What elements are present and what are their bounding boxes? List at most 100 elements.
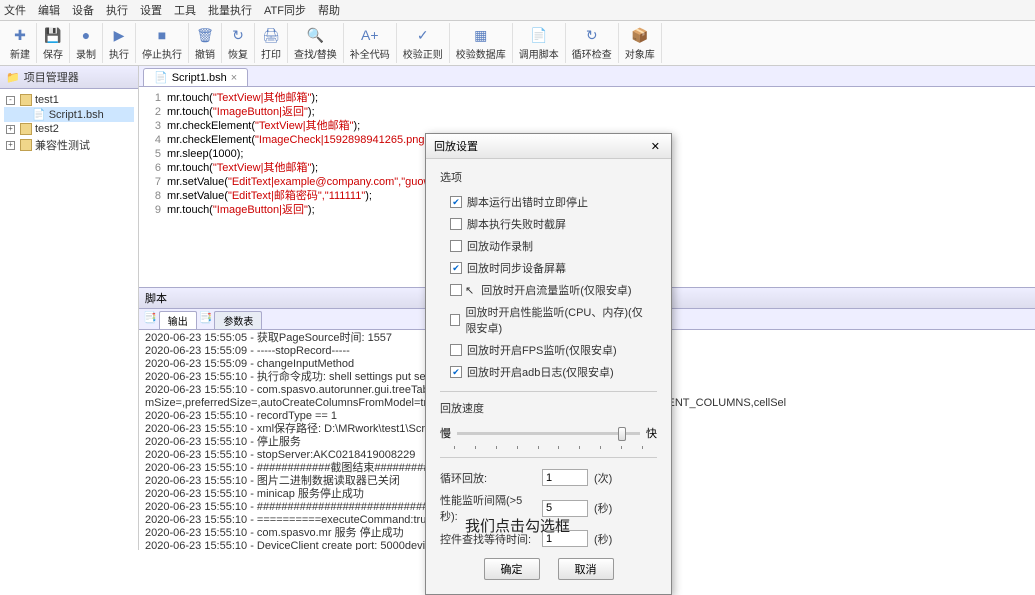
tab-output[interactable]: 输出 [159,311,197,329]
tree-label: test1 [35,94,59,106]
新建-icon: ✚ [10,25,30,45]
menu-item[interactable]: ATF同步 [264,2,306,18]
toolbar-保存[interactable]: 💾保存 [37,23,70,63]
tree-node[interactable]: - test1 [4,93,134,107]
menu-item[interactable]: 执行 [106,2,128,18]
checkbox[interactable] [450,218,462,230]
toolbar-label: 循环检查 [572,46,612,61]
toolbar-label: 查找/替换 [294,46,337,61]
补全代码-icon: A+ [360,25,380,45]
checkbox[interactable]: ✔ [450,366,462,378]
checkbox[interactable] [450,240,462,252]
checkbox-row[interactable]: ✔ 回放时开启adb日志(仅限安卓) [440,361,657,383]
toolbar-对象库[interactable]: 📦对象库 [619,23,662,63]
校验正则-icon: ✓ [413,25,433,45]
checkbox[interactable]: ✔ [450,196,462,208]
folder-icon [20,123,32,135]
checkbox-row[interactable]: ✔ 回放时同步设备屏幕 [440,257,657,279]
cancel-button[interactable]: 取消 [558,558,614,580]
toolbar-label: 执行 [109,46,129,61]
checkbox[interactable] [450,284,462,296]
checkbox-label: 回放时开启adb日志(仅限安卓) [467,364,614,380]
toolbar-停止执行[interactable]: ■停止执行 [136,23,189,63]
checkbox-row[interactable]: ↖回放时开启流量监听(仅限安卓) [440,279,657,301]
toolbar-label: 保存 [43,46,63,61]
checkbox[interactable]: ✔ [450,262,462,274]
close-icon[interactable]: × [231,72,237,84]
project-tree[interactable]: - test1📄Script1.bsh + test2+兼容性测试 [0,89,138,550]
menu-item[interactable]: 设置 [140,2,162,18]
toolbar-label: 恢复 [228,46,248,61]
checkbox-row[interactable]: 脚本执行失败时截屏 [440,213,657,235]
tab-params[interactable]: 参数表 [214,311,262,329]
panel-label: 脚本 [145,293,167,305]
menu-item[interactable]: 工具 [174,2,196,18]
group-label-options: 选项 [440,169,657,185]
expand-icon[interactable]: - [6,96,15,105]
执行-icon: ▶ [109,25,129,45]
menu-item[interactable]: 文件 [4,2,26,18]
停止执行-icon: ■ [152,25,172,45]
toolbar-录制[interactable]: ●录制 [70,23,103,63]
menu-item[interactable]: 帮助 [318,2,340,18]
expand-icon[interactable]: + [6,125,15,134]
toolbar-执行[interactable]: ▶执行 [103,23,136,63]
toolbar-校验数据库[interactable]: ▦校验数据库 [450,23,513,63]
checkbox-label: 回放时同步设备屏幕 [467,260,566,276]
tree-label: test2 [35,123,59,135]
group-label-speed: 回放速度 [440,400,657,416]
checkbox-row[interactable]: 回放动作录制 [440,235,657,257]
slider-thumb[interactable] [618,427,626,441]
toolbar-查找/替换[interactable]: 🔍查找/替换 [288,23,344,63]
close-icon[interactable]: ✕ [648,140,663,153]
toolbar-label: 撤销 [195,46,215,61]
file-icon: 📄 [154,71,168,84]
subtitle-caption: 我们点击勾选框 [465,515,570,536]
tree-label: Script1.bsh [49,109,104,121]
expand-icon[interactable]: + [6,141,15,150]
menu-item[interactable]: 设备 [72,2,94,18]
field-input[interactable] [542,500,588,517]
ok-button[interactable]: 确定 [484,558,540,580]
toolbar-label: 校验正则 [403,46,443,61]
checkbox-row[interactable]: 回放时开启性能监听(CPU、内存)(仅限安卓) [440,301,657,339]
tree-file[interactable]: 📄Script1.bsh [4,107,134,122]
checkbox[interactable] [450,344,462,356]
toolbar-label: 校验数据库 [456,46,506,61]
checkbox-row[interactable]: 回放时开启FPS监听(仅限安卓) [440,339,657,361]
对象库-icon: 📦 [630,25,650,45]
field-unit: (次) [594,470,612,486]
checkbox-row[interactable]: ✔ 脚本运行出错时立即停止 [440,191,657,213]
校验数据库-icon: ▦ [471,25,491,45]
checkbox-label: 回放动作录制 [467,238,533,254]
tab-params-icon: 📑 [199,311,213,329]
toolbar-label: 打印 [261,46,281,61]
循环检查-icon: ↻ [582,25,602,45]
toolbar-循环检查[interactable]: ↻循环检查 [566,23,619,63]
toolbar-校验正则[interactable]: ✓校验正则 [397,23,450,63]
toolbar-恢复[interactable]: ↻恢复 [222,23,255,63]
dialog-titlebar[interactable]: 回放设置 ✕ [426,134,671,159]
tree-node[interactable]: +兼容性测试 [4,136,134,154]
toolbar-label: 补全代码 [350,46,390,61]
checkbox-label: 脚本运行出错时立即停止 [467,194,588,210]
tab-label: Script1.bsh [172,72,227,84]
checkbox-label: 回放时开启流量监听(仅限安卓) [481,282,631,298]
editor-tab[interactable]: 📄 Script1.bsh × [143,68,248,86]
menu-item[interactable]: 批量执行 [208,2,252,18]
toolbar-调用脚本[interactable]: 📄调用脚本 [513,23,566,63]
恢复-icon: ↻ [228,25,248,45]
speed-slider[interactable] [457,432,640,435]
checkbox[interactable] [450,314,460,326]
toolbar-打印[interactable]: 🖨打印 [255,23,288,63]
menu-item[interactable]: 编辑 [38,2,60,18]
打印-icon: 🖨 [261,25,281,45]
toolbar-撤销[interactable]: 🗑撤销 [189,23,222,63]
field-input[interactable] [542,469,588,486]
toolbar-新建[interactable]: ✚新建 [4,23,37,63]
tree-node[interactable]: + test2 [4,122,134,136]
录制-icon: ● [76,25,96,45]
toolbar-补全代码[interactable]: A+补全代码 [344,23,397,63]
toolbar-label: 调用脚本 [519,46,559,61]
toolbar: ✚新建💾保存●录制▶执行■停止执行🗑撤销↻恢复🖨打印🔍查找/替换A+补全代码✓校… [0,21,1035,66]
